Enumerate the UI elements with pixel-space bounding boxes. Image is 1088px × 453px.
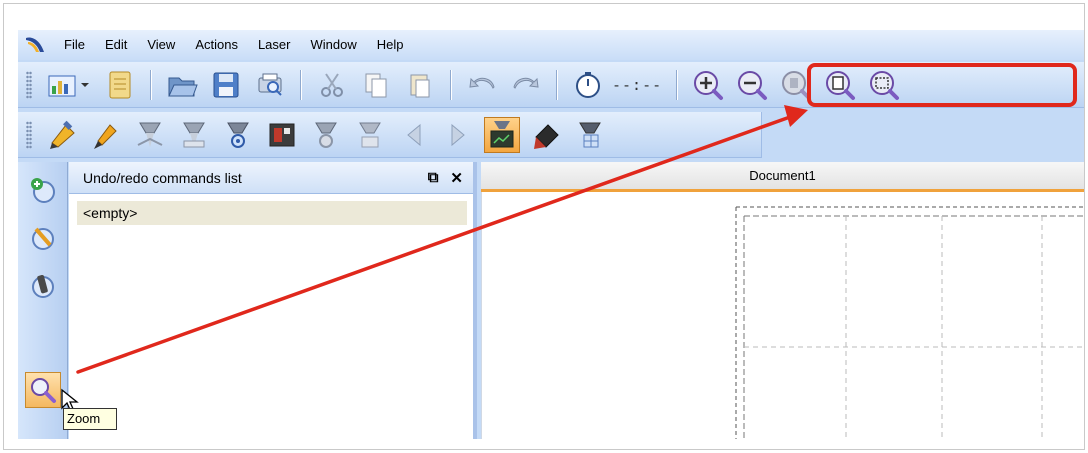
laser-head-button-1[interactable]	[132, 117, 168, 153]
panel-close-icon[interactable]: ✕	[450, 169, 463, 187]
undo-icon	[469, 77, 495, 89]
save-icon	[213, 72, 239, 97]
laser-marker-icon	[534, 123, 559, 149]
laser-pointer-icon	[94, 123, 117, 149]
zoom-selection-button[interactable]	[778, 67, 814, 103]
zoom-in-icon	[694, 70, 724, 100]
timer-readout: --:--	[612, 75, 663, 94]
zoom-page-icon	[826, 70, 856, 100]
laser-marker-button[interactable]	[528, 117, 564, 153]
list-item[interactable]: <empty>	[77, 201, 467, 225]
chart-icon	[48, 75, 89, 96]
menu-bar: File Edit View Actions Laser Window Help	[18, 30, 1084, 60]
laser-head-icon	[183, 122, 205, 147]
copy-icon	[365, 73, 387, 97]
stopwatch-icon	[576, 71, 600, 98]
chart-dropdown-button[interactable]	[44, 67, 94, 103]
paste-icon	[410, 74, 430, 97]
toolbar-separator	[150, 69, 152, 100]
open-button[interactable]	[164, 67, 200, 103]
app-logo-icon	[26, 37, 44, 52]
previous-button[interactable]	[396, 117, 432, 153]
copy-button[interactable]	[358, 67, 394, 103]
side-add-button[interactable]	[25, 172, 61, 208]
timer-button[interactable]	[570, 67, 606, 103]
pen-circle-icon	[32, 227, 54, 250]
laser-head-icon	[359, 122, 381, 147]
add-circle-icon	[31, 178, 55, 203]
menu-view[interactable]: View	[137, 30, 185, 60]
laser-preview-button[interactable]	[484, 116, 520, 153]
toolbar-separator	[450, 69, 452, 100]
laser-head-grid-icon	[579, 122, 601, 147]
side-pointer-button[interactable]	[25, 268, 61, 304]
laser-head-button-3[interactable]	[220, 117, 256, 153]
panel-float-icon[interactable]: ⧉	[428, 169, 439, 186]
laser-pen-icon	[50, 120, 75, 149]
laser-preview-icon	[490, 120, 514, 147]
paste-button[interactable]	[402, 67, 438, 103]
magnifier-icon	[31, 378, 56, 403]
zoom-out-button[interactable]	[734, 67, 770, 103]
print-preview-button[interactable]	[252, 67, 288, 103]
toolbar-grip[interactable]	[26, 70, 32, 99]
arrow-right-icon	[451, 123, 465, 146]
zoom-page-button[interactable]	[822, 67, 858, 103]
zoom-selection-icon	[782, 70, 812, 100]
laser-toolbar	[18, 112, 762, 158]
page-outline	[735, 206, 1084, 439]
document-icon	[109, 71, 131, 98]
cut-button[interactable]	[314, 67, 350, 103]
undo-redo-panel: Undo/redo commands list ⧉ ✕ <empty>	[69, 162, 477, 439]
menu-window[interactable]: Window	[300, 30, 366, 60]
menu-actions[interactable]: Actions	[185, 30, 248, 60]
side-zoom-button[interactable]	[25, 372, 61, 408]
toolbar-grip[interactable]	[26, 120, 32, 149]
laser-head-button-4[interactable]	[308, 117, 344, 153]
panel-header: Undo/redo commands list ⧉ ✕	[69, 162, 473, 194]
document-tab[interactable]: Document1	[481, 162, 1084, 192]
zoom-fit-button[interactable]	[866, 67, 902, 103]
document-button[interactable]	[102, 67, 138, 103]
redo-icon	[513, 77, 539, 89]
laser-head-target-icon	[227, 122, 249, 148]
main-toolbar: --:--	[18, 62, 1084, 108]
zoom-tooltip: Zoom	[63, 408, 117, 430]
zoom-fit-icon	[870, 70, 900, 100]
print-preview-icon	[258, 73, 282, 96]
drawing-canvas[interactable]	[481, 192, 1084, 439]
laser-tool-button-1[interactable]	[44, 117, 80, 153]
zoom-in-button[interactable]	[690, 67, 726, 103]
toolbar-separator	[676, 69, 679, 100]
laser-panel-icon	[269, 123, 295, 146]
menu-help[interactable]: Help	[367, 30, 414, 60]
laser-tool-button-2[interactable]	[88, 117, 124, 153]
menu-edit[interactable]: Edit	[95, 30, 137, 60]
laser-panel-button[interactable]	[264, 117, 300, 153]
undo-button[interactable]	[464, 67, 500, 103]
arrow-left-icon	[407, 123, 421, 146]
redo-button[interactable]	[508, 67, 544, 103]
folder-open-icon	[168, 77, 198, 96]
document-area: Document1	[481, 162, 1084, 439]
laser-head-icon	[315, 122, 337, 148]
pointer-circle-icon	[32, 274, 54, 298]
menu-laser[interactable]: Laser	[248, 30, 301, 60]
application-window: File Edit View Actions Laser Window Help	[18, 30, 1084, 439]
next-button[interactable]	[440, 117, 476, 153]
side-pen-button[interactable]	[25, 220, 61, 256]
toolbar-separator	[556, 69, 558, 100]
panel-title: Undo/redo commands list	[83, 169, 242, 186]
scissors-icon	[321, 72, 343, 97]
laser-head-button-5[interactable]	[352, 117, 388, 153]
zoom-out-icon	[738, 70, 768, 100]
laser-head-grid-button[interactable]	[572, 117, 608, 153]
toolbar-separator	[300, 69, 302, 100]
laser-head-icon	[137, 122, 163, 147]
menu-file[interactable]: File	[54, 30, 95, 60]
save-button[interactable]	[208, 67, 244, 103]
laser-head-button-2[interactable]	[176, 117, 212, 153]
